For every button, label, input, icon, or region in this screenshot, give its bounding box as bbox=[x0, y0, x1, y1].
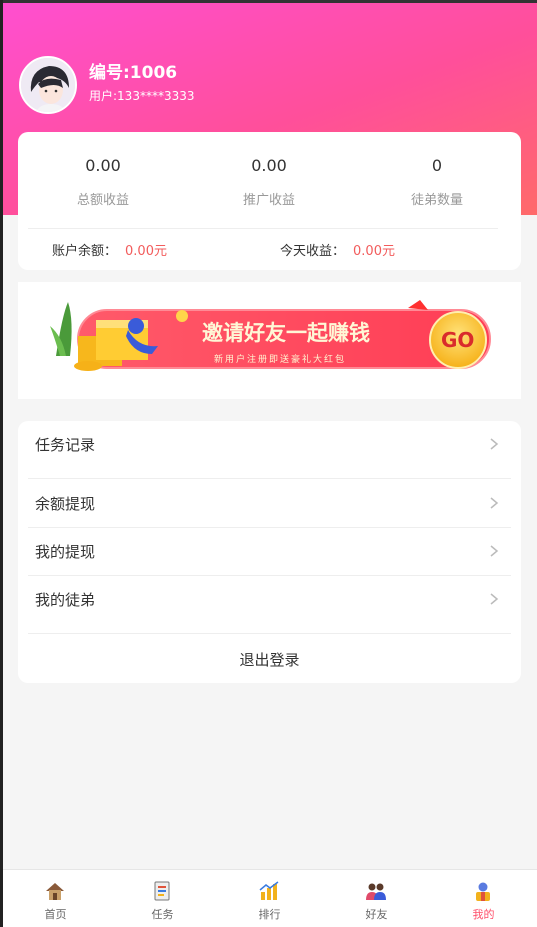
banner-headline: 邀请好友一起赚钱 bbox=[202, 321, 370, 345]
friends-icon bbox=[366, 883, 386, 900]
stat-value: 0.00 bbox=[251, 156, 287, 175]
invite-banner-art: 邀请好友一起赚钱 新用户注册即送豪礼大红包 GO bbox=[50, 300, 491, 371]
menu-card: 任务记录 余额提现 我的提现 我的徒弟 退出登录 bbox=[18, 421, 521, 683]
avatar[interactable] bbox=[19, 56, 77, 114]
home-icon bbox=[46, 883, 64, 900]
menu-item-label: 我的提现 bbox=[35, 543, 96, 561]
window-edge bbox=[0, 0, 3, 927]
menu-item-label: 任务记录 bbox=[35, 436, 96, 454]
stat-total-earnings[interactable]: 0.00 总额收益 bbox=[23, 156, 183, 208]
menu-item-task-records[interactable]: 任务记录 bbox=[18, 421, 521, 468]
tab-label: 我的 bbox=[472, 908, 495, 921]
banner-subline: 新用户注册即送豪礼大红包 bbox=[214, 353, 346, 365]
balance-label: 账户余额： bbox=[52, 244, 118, 259]
menu-item-my-disciples[interactable]: 我的徒弟 bbox=[18, 576, 521, 623]
logout-button[interactable]: 退出登录 bbox=[18, 635, 521, 683]
tab-ranking[interactable]: 排行 bbox=[216, 870, 323, 927]
chevron-right-icon bbox=[490, 593, 499, 605]
chevron-right-icon bbox=[490, 438, 499, 450]
stat-label: 推广收益 bbox=[242, 193, 295, 208]
menu-item-label: 我的徒弟 bbox=[35, 591, 96, 609]
avatar-illustration bbox=[21, 58, 75, 112]
menu-item-label: 余额提现 bbox=[35, 495, 96, 513]
ranking-icon bbox=[259, 881, 279, 900]
stat-label: 徒弟数量 bbox=[410, 193, 463, 208]
tab-label: 任务 bbox=[151, 908, 174, 921]
divider bbox=[28, 623, 511, 634]
stat-value: 0.00 bbox=[85, 156, 121, 175]
chevron-right-icon bbox=[490, 497, 499, 509]
today-amount: 0.00元 bbox=[353, 244, 395, 259]
today-earnings: 今天收益： 0.00元 bbox=[280, 240, 395, 259]
tab-friends[interactable]: 好友 bbox=[323, 870, 430, 927]
stat-promo-earnings[interactable]: 0.00 推广收益 bbox=[189, 156, 349, 208]
tab-label: 排行 bbox=[258, 908, 281, 921]
tab-home[interactable]: 首页 bbox=[2, 870, 109, 927]
menu-item-withdraw-balance[interactable]: 余额提现 bbox=[18, 480, 521, 527]
divider bbox=[28, 228, 498, 229]
stat-value: 0 bbox=[431, 156, 443, 175]
balance-amount: 0.00元 bbox=[125, 244, 167, 259]
tab-tasks[interactable]: 任务 bbox=[109, 870, 216, 927]
task-icon bbox=[154, 881, 170, 901]
menu-item-my-withdrawals[interactable]: 我的提现 bbox=[18, 528, 521, 575]
stat-disciples[interactable]: 0 徒弟数量 bbox=[357, 156, 517, 208]
chevron-right-icon bbox=[490, 545, 499, 557]
tab-label: 好友 bbox=[365, 908, 388, 921]
stat-label: 总额收益 bbox=[76, 193, 129, 208]
invite-banner[interactable]: 邀请好友一起赚钱 新用户注册即送豪礼大红包 GO bbox=[48, 296, 493, 376]
tab-label: 首页 bbox=[44, 908, 67, 921]
earnings-card: 0.00 总额收益 0.00 推广收益 0 徒弟数量 账户余额： 0.00元 今天… bbox=[18, 132, 521, 270]
today-label: 今天收益： bbox=[280, 244, 346, 259]
user-id: 编号:1006 bbox=[89, 63, 178, 83]
bottom-tab-bar: 首页 任务 排行 好友 我的 bbox=[0, 869, 537, 927]
user-phone: 用户:133****3333 bbox=[89, 89, 195, 103]
divider bbox=[28, 468, 511, 479]
invite-banner-container: 邀请好友一起赚钱 新用户注册即送豪礼大红包 GO bbox=[18, 282, 521, 399]
profile-icon bbox=[476, 882, 490, 901]
banner-go-button: GO bbox=[441, 328, 474, 352]
tab-profile[interactable]: 我的 bbox=[430, 870, 537, 927]
account-balance: 账户余额： 0.00元 bbox=[52, 240, 167, 259]
